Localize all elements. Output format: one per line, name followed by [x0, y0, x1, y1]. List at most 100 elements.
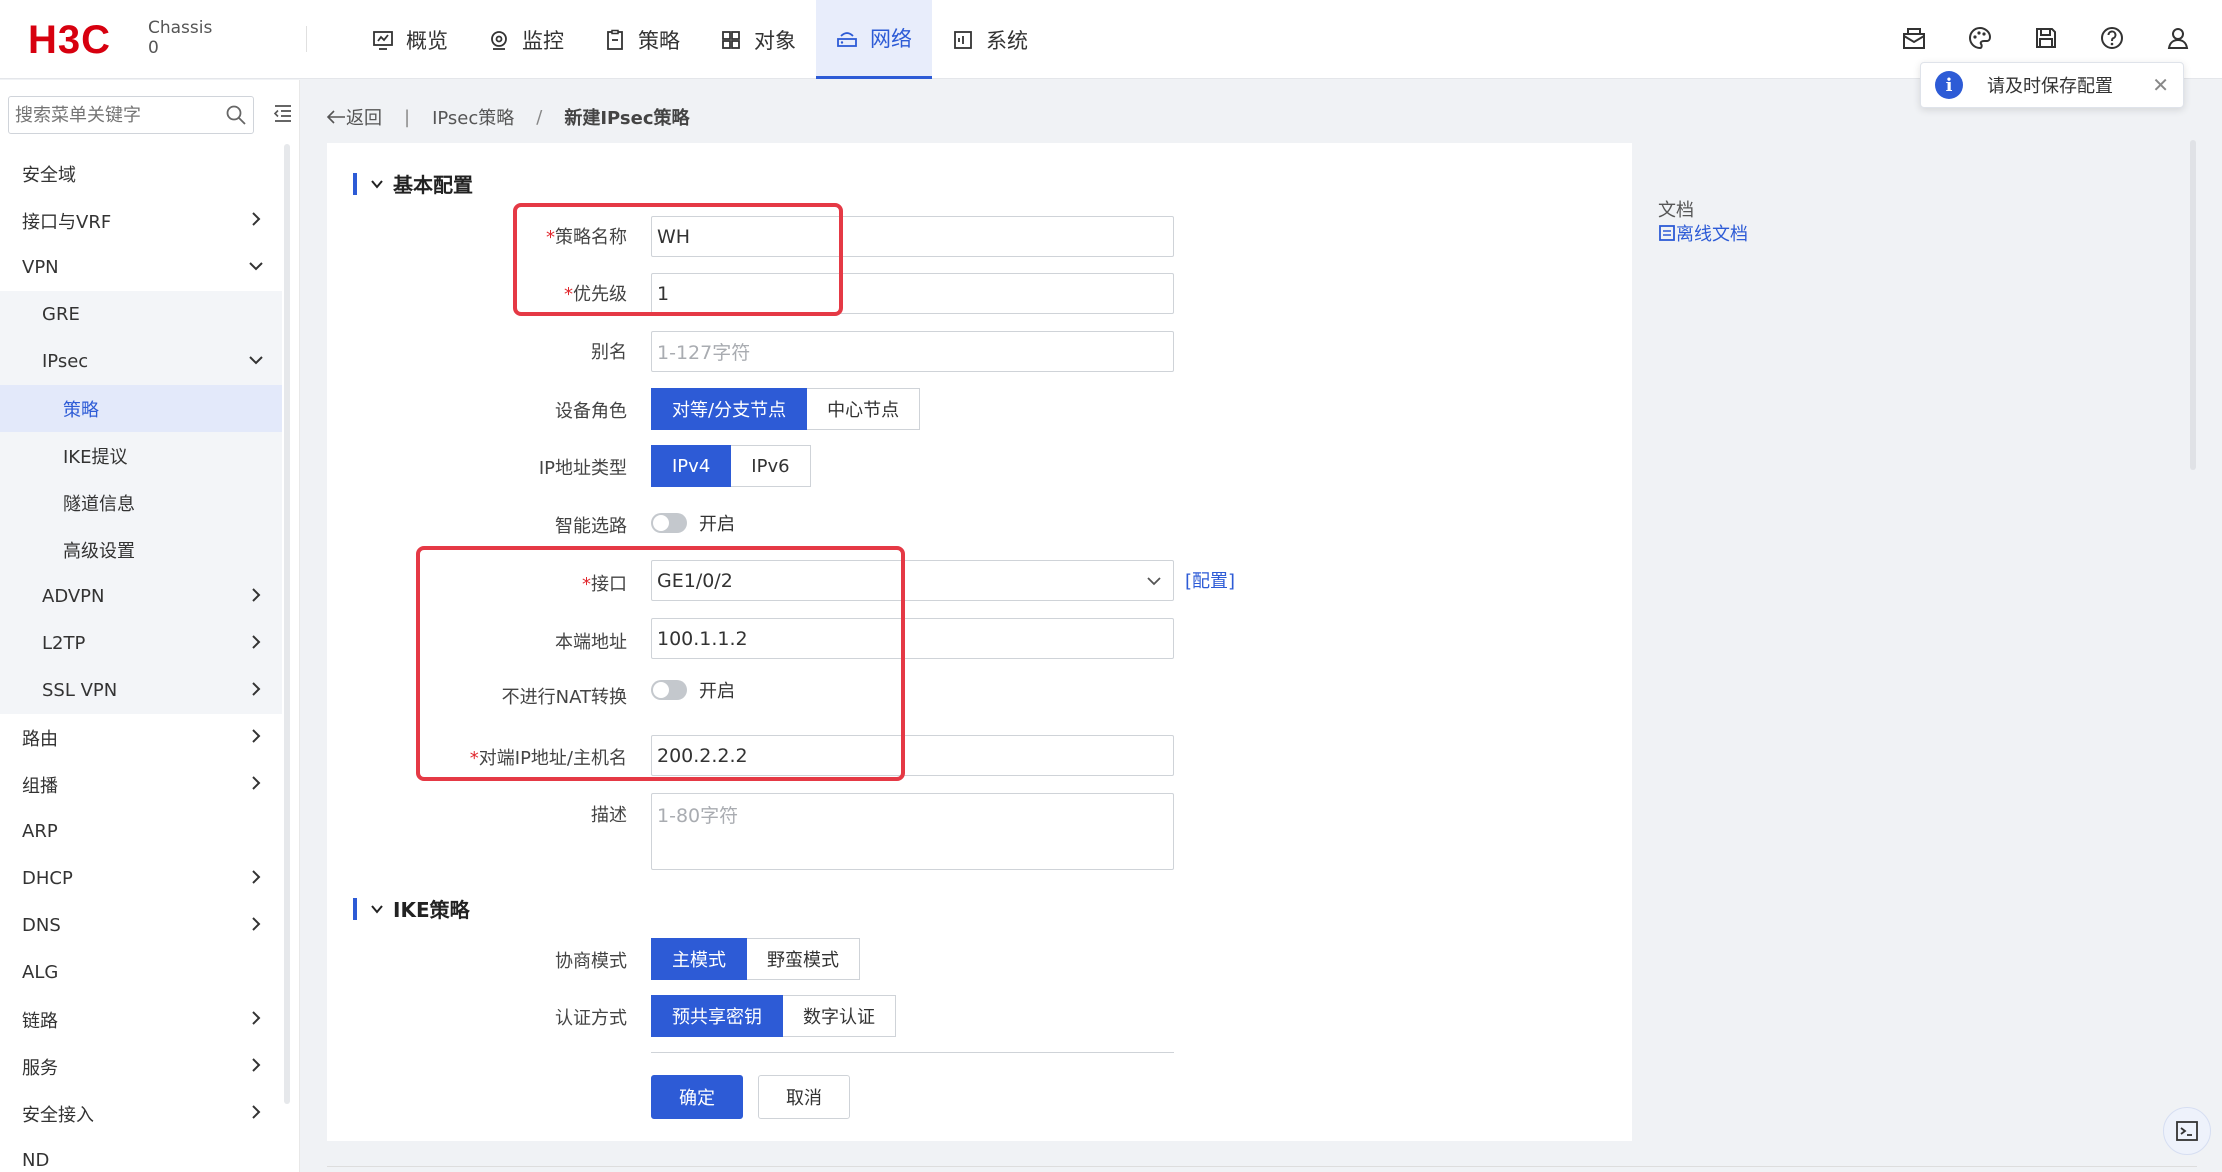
device-role-selector: 对等/分支节点 中心节点: [651, 388, 921, 430]
smart-route-switch[interactable]: [651, 513, 687, 533]
sidebar-scrollbar[interactable]: [284, 144, 290, 1104]
top-bar: H3C Chassis 0 概览 监控 策略 对象 网络 系统: [0, 0, 2222, 79]
nav-policy-label: 策略: [638, 28, 680, 53]
sidebar-item-multicast[interactable]: 组播: [0, 761, 282, 808]
device-role-label: 设备角色: [555, 401, 627, 422]
offline-doc-link[interactable]: 离线文档: [1658, 220, 1748, 246]
alias-input[interactable]: 1-127字符: [651, 331, 1174, 372]
breadcrumb-divider: |: [404, 106, 411, 128]
role-peer-branch-option[interactable]: 对等/分支节点: [651, 388, 808, 430]
sidebar-item-vpn[interactable]: VPN: [0, 244, 282, 291]
nav-policy[interactable]: 策略: [584, 0, 700, 79]
sidebar-item-label: DHCP: [22, 868, 73, 889]
aggressive-mode-option[interactable]: 野蛮模式: [747, 938, 860, 980]
back-link[interactable]: 返回: [326, 104, 382, 130]
user-icon[interactable]: [2164, 24, 2192, 52]
sidebar-item-routing[interactable]: 路由: [0, 714, 282, 761]
alias-label: 别名: [591, 342, 627, 363]
main-scrollbar[interactable]: [2190, 140, 2196, 470]
nav-network[interactable]: 网络: [816, 0, 932, 79]
nav-object[interactable]: 对象: [700, 0, 816, 79]
nav-monitor[interactable]: 监控: [468, 0, 584, 79]
sidebar-item-label: 安全域: [22, 164, 76, 186]
sidebar-item-l2tp[interactable]: L2TP: [0, 620, 282, 667]
sidebar-item-ipsec-policy[interactable]: 策略: [0, 385, 282, 432]
breadcrumb-separator: /: [536, 106, 543, 128]
chevron-right-icon: [252, 588, 261, 602]
arrow-left-icon: [326, 110, 345, 124]
sidebar-item-label: 接口与VRF: [22, 211, 112, 233]
save-icon[interactable]: [2032, 24, 2060, 52]
sidebar-item-label: L2TP: [42, 633, 86, 654]
chevron-right-icon: [252, 776, 261, 790]
sidebar-item-label: 链路: [22, 1010, 58, 1032]
toast-message: 请及时保存配置: [1987, 76, 2113, 97]
menu-search-input[interactable]: [15, 104, 215, 126]
sidebar-item-dhcp[interactable]: DHCP: [0, 855, 282, 902]
search-icon[interactable]: [225, 104, 247, 126]
section-ike-title[interactable]: IKE策略: [353, 894, 470, 923]
sidebar-item-gre[interactable]: GRE: [0, 291, 282, 338]
sidebar-item-ipsec[interactable]: IPsec: [0, 338, 282, 385]
nav-network-label: 网络: [870, 27, 912, 51]
menu-search: [8, 96, 254, 134]
sidebar-item-link[interactable]: 链路: [0, 996, 282, 1043]
sidebar-item-arp[interactable]: ARP: [0, 808, 282, 855]
palette-icon[interactable]: [1966, 24, 1994, 52]
chevron-down-icon: [371, 904, 383, 914]
nav-overview[interactable]: 概览: [352, 0, 468, 79]
sidebar-item-label: SSL VPN: [42, 680, 118, 701]
sidebar-item-interface-vrf[interactable]: 接口与VRF: [0, 197, 282, 244]
sidebar-item-label: GRE: [42, 304, 80, 325]
auth-method-label: 认证方式: [555, 1008, 627, 1029]
sidebar-item-label: 路由: [22, 728, 58, 750]
interface-config-link[interactable]: [配置]: [1185, 567, 1235, 593]
sidebar-item-label: IPsec: [42, 351, 89, 372]
sidebar-item-advpn[interactable]: ADVPN: [0, 573, 282, 620]
sidebar-item-label: 隧道信息: [63, 493, 135, 515]
sidebar-item-security-access[interactable]: 安全接入: [0, 1090, 282, 1137]
description-textarea[interactable]: 1-80字符: [651, 793, 1174, 870]
confirm-button[interactable]: 确定: [651, 1075, 743, 1119]
preshared-key-option[interactable]: 预共享密钥: [651, 995, 783, 1037]
digital-cert-option[interactable]: 数字认证: [783, 995, 896, 1037]
info-icon: i: [1935, 71, 1963, 99]
sidebar-item-advanced-settings[interactable]: 高级设置: [0, 526, 282, 573]
sidebar-item-nd[interactable]: ND: [0, 1137, 282, 1172]
chevron-right-icon: [252, 1058, 261, 1072]
sidebar-item-tunnel-info[interactable]: 隧道信息: [0, 479, 282, 526]
section-basic-label: 基本配置: [393, 173, 473, 197]
sidebar-item-security-zone[interactable]: 安全域: [0, 150, 282, 197]
chevron-right-icon: [252, 682, 261, 696]
sidebar-item-service[interactable]: 服务: [0, 1043, 282, 1090]
main-mode-option[interactable]: 主模式: [651, 938, 747, 980]
doc-title: 文档: [1658, 200, 1694, 221]
nav-system[interactable]: 系统: [932, 0, 1048, 79]
chassis-value: 0: [148, 38, 159, 58]
sidebar-item-ssl-vpn[interactable]: SSL VPN: [0, 667, 282, 714]
breadcrumb: 返回 | IPsec策略 / 新建IPsec策略: [326, 104, 690, 130]
breadcrumb-parent[interactable]: IPsec策略: [432, 104, 514, 130]
smart-route-text: 开启: [699, 514, 735, 535]
system-icon: [954, 30, 972, 49]
save-reminder-toast: i 请及时保存配置 ✕: [1920, 62, 2184, 108]
section-basic-title[interactable]: 基本配置: [353, 169, 473, 198]
ipv6-option[interactable]: IPv6: [731, 445, 811, 487]
mail-icon[interactable]: [1900, 24, 1928, 52]
sidebar-item-alg[interactable]: ALG: [0, 949, 282, 996]
collapse-sidebar-icon[interactable]: [272, 102, 294, 124]
cancel-button[interactable]: 取消: [758, 1075, 850, 1119]
monitor-icon: [491, 30, 507, 50]
ipv4-option[interactable]: IPv4: [651, 445, 732, 487]
h3c-logo[interactable]: H3C: [28, 18, 111, 63]
cli-console-button[interactable]: [2163, 1107, 2211, 1155]
sidebar-item-dns[interactable]: DNS: [0, 902, 282, 949]
chassis-indicator: Chassis 0: [148, 18, 212, 58]
main-nav: 概览 监控 策略 对象 网络 系统: [352, 0, 1048, 79]
close-icon[interactable]: ✕: [2152, 73, 2169, 97]
chevron-right-icon: [252, 729, 261, 743]
help-icon[interactable]: [2098, 24, 2126, 52]
role-hub-option[interactable]: 中心节点: [807, 388, 921, 430]
sidebar-item-label: ARP: [22, 821, 58, 842]
sidebar-item-ike-proposal[interactable]: IKE提议: [0, 432, 282, 479]
